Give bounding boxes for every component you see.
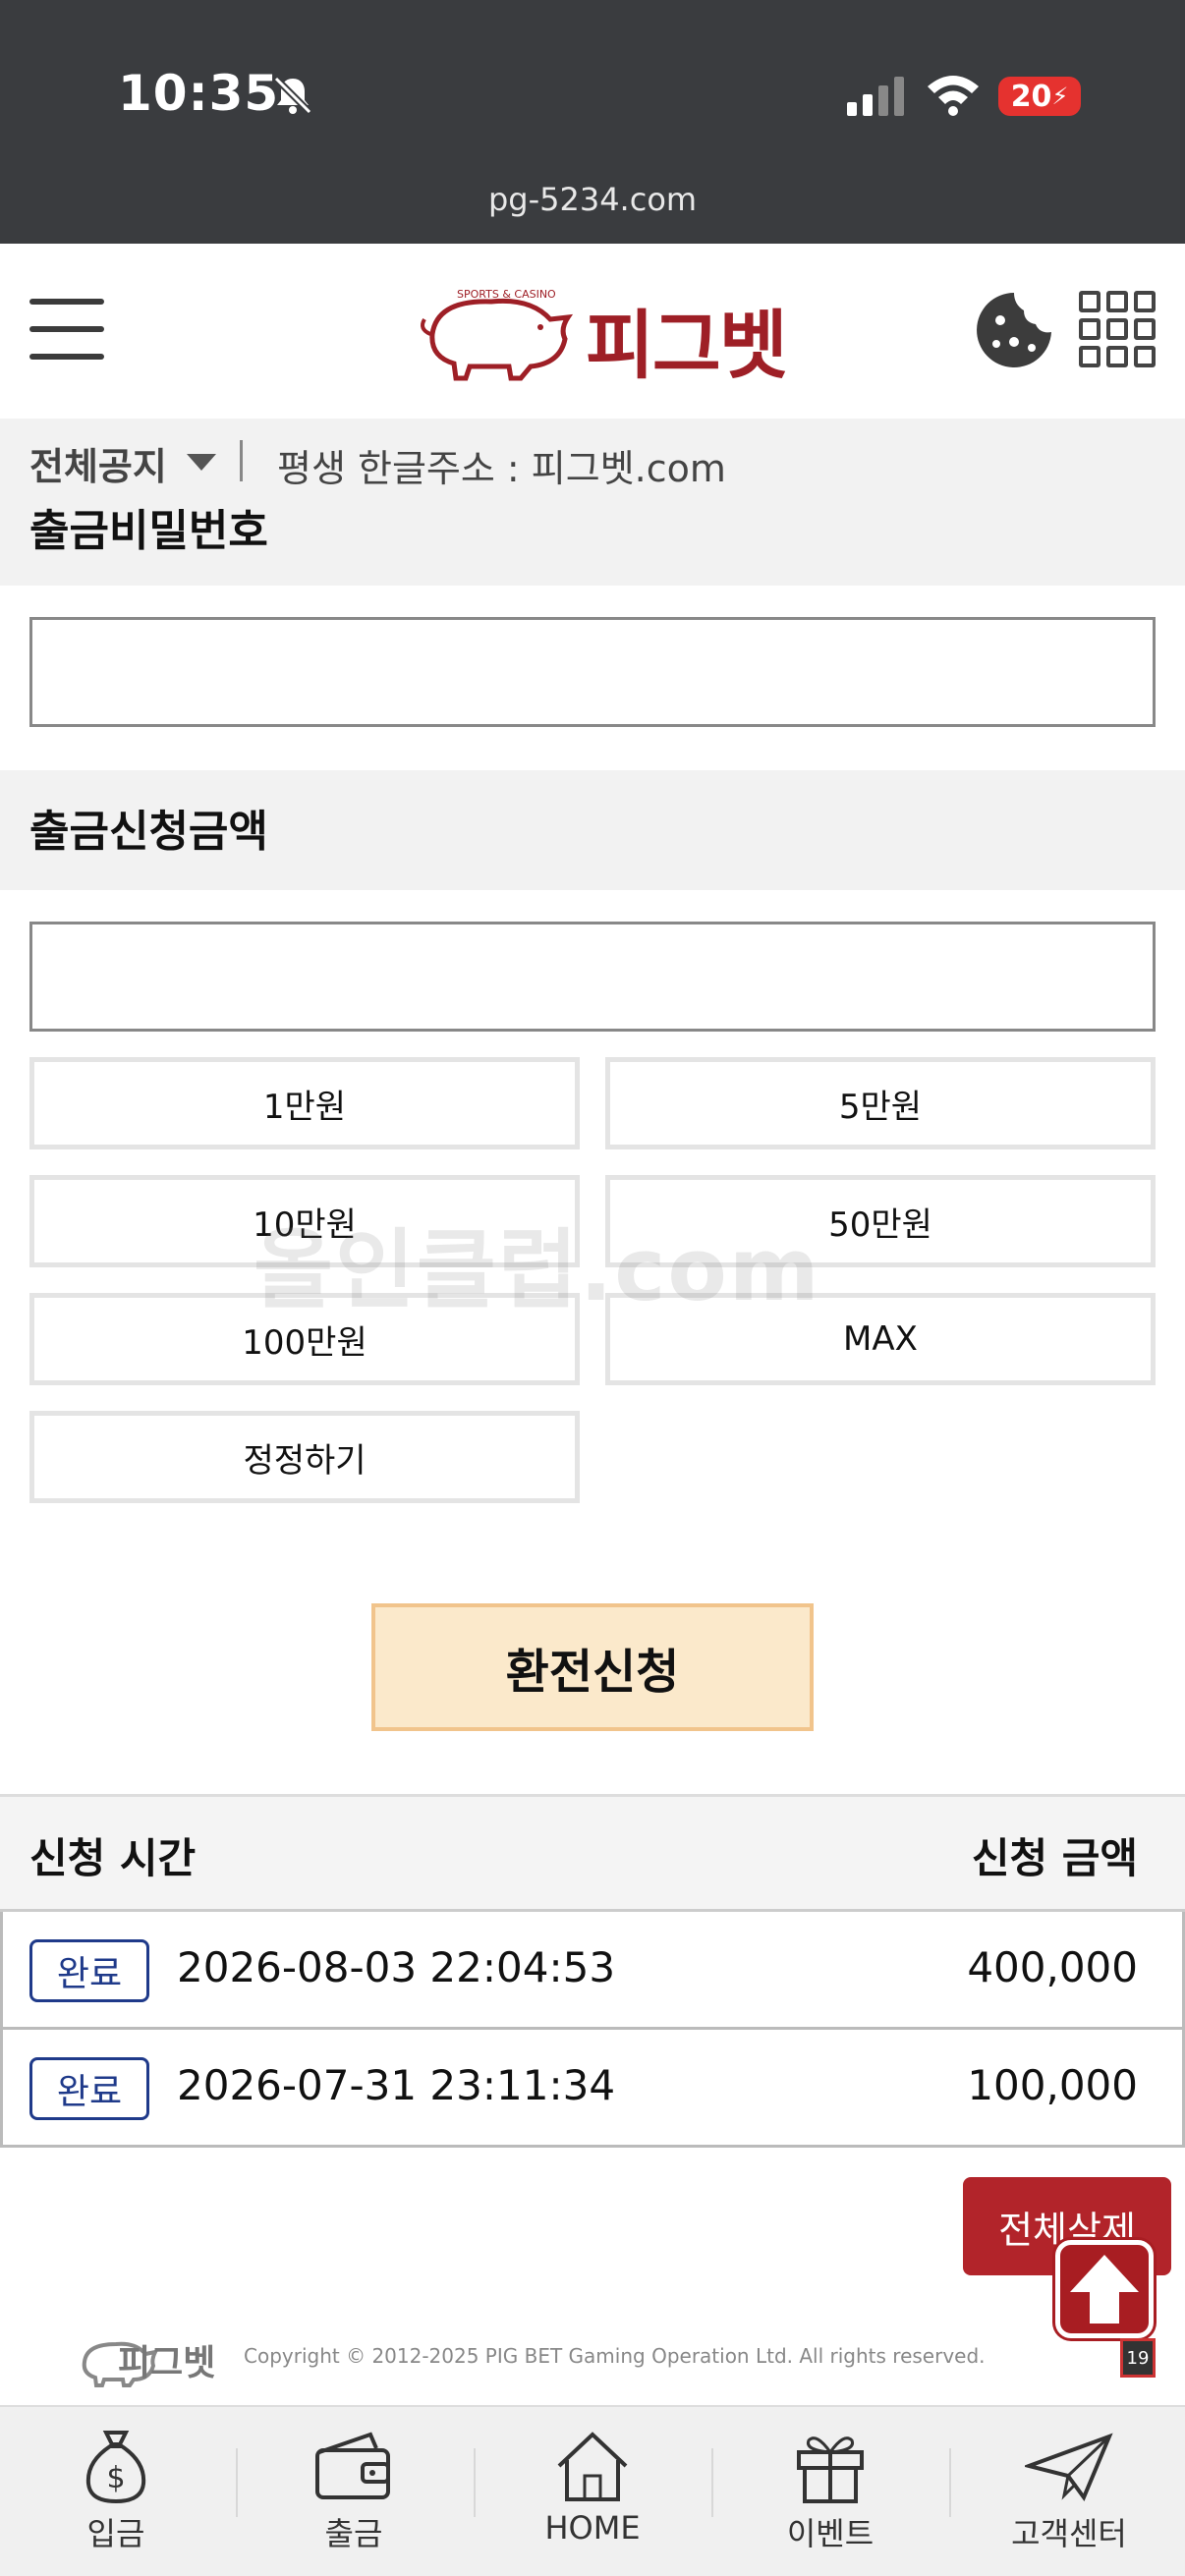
home-icon [557,2432,628,2501]
withdraw-amount-input[interactable] [29,922,1156,1032]
scroll-to-top-button[interactable] [1055,2240,1154,2338]
apps-grid-icon[interactable] [1079,291,1156,367]
cookie-icon[interactable] [975,291,1053,369]
nav-customer-center[interactable]: 고객센터 [971,2427,1167,2564]
status-badge: 완료 [29,2057,149,2120]
nav-divider [949,2448,951,2517]
nav-deposit[interactable]: $ 입금 [18,2427,214,2564]
row-amount: 400,000 [967,1943,1138,1991]
withdraw-password-input[interactable] [29,617,1156,727]
nav-withdraw[interactable]: 출금 [255,2427,452,2564]
footer-logo-text: 피그벳 [118,2343,216,2383]
watermark: 올인클럽.com [254,1219,821,1320]
menu-icon[interactable] [29,295,104,364]
cellular-signal-icon [847,77,904,116]
row-amount: 100,000 [967,2061,1138,2109]
nav-label: 입금 [86,2515,145,2552]
nav-divider [474,2448,476,2517]
nav-divider [236,2448,238,2517]
reset-button[interactable]: 정정하기 [29,1411,580,1503]
nav-event[interactable]: 이벤트 [732,2427,929,2564]
bell-muted-icon [273,76,312,115]
chevron-down-icon[interactable] [187,454,216,471]
nav-label: 이벤트 [786,2515,875,2552]
svg-text:$: $ [106,2461,125,2495]
wifi-icon [928,76,979,116]
divider [240,440,243,481]
row-time: 2026-08-03 22:04:53 [177,1943,616,1991]
battery-icon: 20 ⚡ [998,77,1081,116]
column-header-amount: 신청 금액 [971,1834,1138,1882]
battery-level: 20 [1010,79,1052,114]
amount-10k-button[interactable]: 1만원 [29,1057,580,1149]
clock: 10:35 [118,65,280,122]
money-bag-icon: $ [85,2431,146,2504]
nav-home[interactable]: HOME [494,2427,691,2564]
status-badge: 완료 [29,1939,149,2002]
logo-text[interactable]: 피그벳 [586,285,788,393]
nav-label: HOME [544,2509,641,2547]
nav-label: 출금 [324,2515,383,2552]
withdraw-submit-button[interactable]: 환전신청 [371,1603,814,1731]
notice-text: 평생 한글주소 : 피그벳.com [277,447,726,490]
arrow-up-icon [1070,2255,1139,2324]
wallet-icon [315,2432,390,2499]
amount-label: 출금신청금액 [29,807,268,857]
nav-divider [711,2448,713,2517]
age-restriction-badge: 19 [1120,2338,1156,2378]
logo-tagline: SPORTS & CASINO [457,288,556,301]
row-time: 2026-07-31 23:11:34 [177,2061,616,2109]
password-label: 출금비밀번호 [29,506,268,556]
paper-plane-icon [1025,2433,1113,2502]
status-bar: 10:35 20 ⚡ pg-5234.com [0,0,1185,244]
amount-50k-button[interactable]: 5만원 [605,1057,1156,1149]
column-header-time: 신청 시간 [29,1834,197,1882]
notice-category[interactable]: 전체공지 [29,436,167,490]
copyright-text: Copyright © 2012-2025 PIG BET Gaming Ope… [244,2344,986,2368]
gift-icon [797,2436,864,2503]
nav-label: 고객센터 [1011,2515,1127,2552]
url-bar[interactable]: pg-5234.com [0,181,1185,218]
